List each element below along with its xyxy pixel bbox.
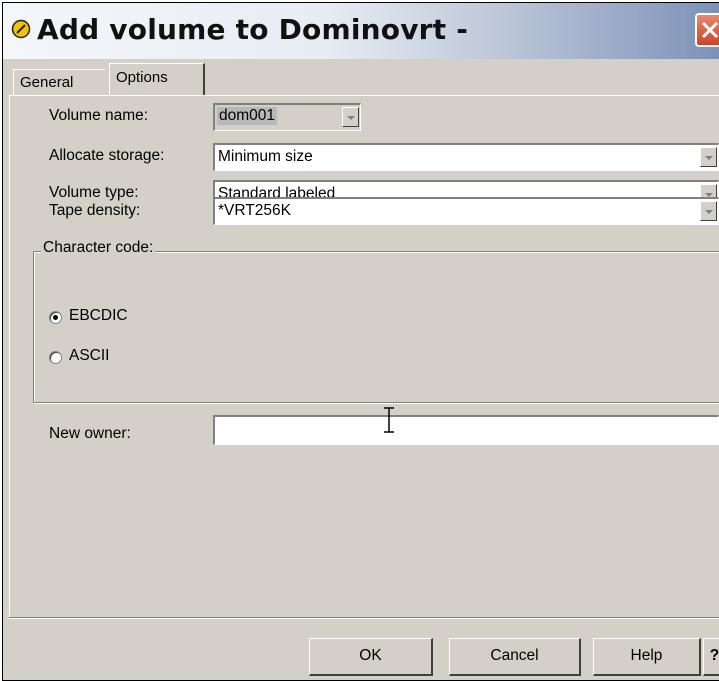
tab-panel-border <box>9 95 719 96</box>
window-title: Add volume to Dominovrt - <box>37 13 469 46</box>
ok-button[interactable]: OK <box>309 638 433 676</box>
volume-name-value: dom001 <box>217 107 278 125</box>
character-code-groupbox <box>33 251 719 403</box>
tape-density-label: Tape density: <box>49 202 141 219</box>
dialog-app-icon <box>11 19 31 39</box>
new-owner-input[interactable] <box>213 415 719 445</box>
ascii-radio[interactable] <box>49 351 62 364</box>
ebcdic-radio[interactable] <box>49 311 62 324</box>
cancel-button[interactable]: Cancel <box>449 638 581 676</box>
chevron-down-icon[interactable] <box>700 201 717 221</box>
button-bar-separator-highlight <box>9 618 719 619</box>
allocate-storage-label: Allocate storage: <box>49 147 165 164</box>
chevron-down-icon[interactable] <box>700 147 717 167</box>
tape-density-select[interactable]: *VRT256K <box>213 197 719 225</box>
volume-name-combobox[interactable]: dom001 <box>213 103 361 131</box>
tab-options[interactable]: Options <box>109 63 205 96</box>
radio-selected-dot <box>53 315 58 320</box>
close-icon <box>701 21 719 39</box>
character-code-legend: Character code: <box>41 239 156 257</box>
allocate-storage-select[interactable]: Minimum size <box>213 143 719 171</box>
whats-this-button[interactable]: ? <box>703 638 719 676</box>
allocate-storage-value: Minimum size <box>218 148 313 165</box>
chevron-down-icon[interactable] <box>342 107 359 127</box>
title-bar[interactable]: Add volume to Dominovrt - <box>3 3 719 59</box>
help-button[interactable]: Help <box>593 638 701 676</box>
close-button[interactable] <box>695 13 719 47</box>
volume-name-label: Volume name: <box>49 107 149 124</box>
tab-panel-border-left <box>9 95 10 617</box>
dialog-window: Add volume to Dominovrt - General Option… <box>2 2 719 681</box>
tab-general[interactable]: General <box>13 69 105 95</box>
text-cursor-icon <box>384 407 394 433</box>
new-owner-label: New owner: <box>49 425 131 442</box>
ascii-label[interactable]: ASCII <box>69 347 109 365</box>
ebcdic-label[interactable]: EBCDIC <box>69 307 128 325</box>
tape-density-value: *VRT256K <box>218 202 291 219</box>
volume-type-label: Volume type: <box>49 184 139 201</box>
